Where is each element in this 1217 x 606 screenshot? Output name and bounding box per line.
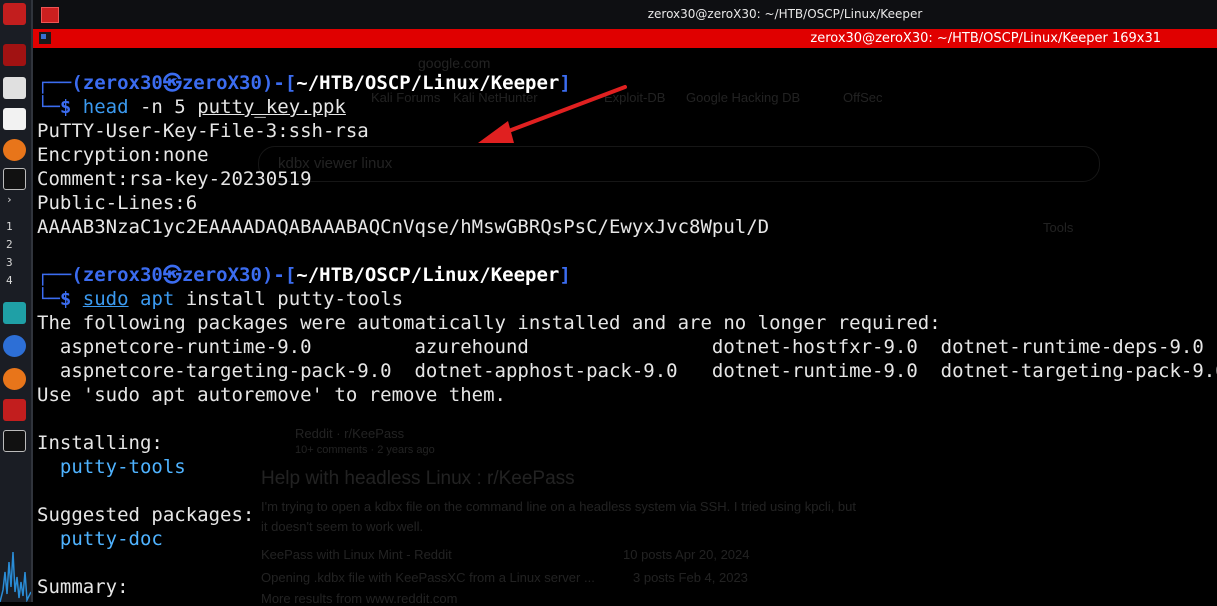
power-icon[interactable] <box>3 302 26 324</box>
terminal-title-bar[interactable]: zerox30@zeroX30: ~/HTB/OSCP/Linux/Keeper… <box>33 29 1217 48</box>
package-row-2: aspnetcore-targeting-pack-9.0 dotnet-app… <box>37 360 1217 382</box>
summary-header: Summary: <box>37 576 129 598</box>
workspace-4[interactable]: 4 <box>6 274 13 287</box>
installing-header: Installing: <box>37 432 163 454</box>
red-arrow-annotation <box>478 85 627 143</box>
window-title: zerox30@zeroX30: ~/HTB/OSCP/Linux/Keeper <box>647 7 923 21</box>
package-row-1: aspnetcore-runtime-9.0 azurehound dotnet… <box>37 336 1217 358</box>
workspace-2[interactable]: 2 <box>6 238 13 251</box>
output-line: AAAAB3NzaC1yc2EAAAADAQABAAABAQCnVqse/hMs… <box>37 216 770 238</box>
app-launcher-icon[interactable] <box>3 44 26 66</box>
terminal-window-icon[interactable] <box>3 430 26 452</box>
files-icon[interactable] <box>3 77 26 99</box>
suggested-header: Suggested packages: <box>37 504 255 526</box>
terminal-icon[interactable] <box>3 168 26 190</box>
firefox-icon-2[interactable] <box>3 368 26 390</box>
dock-chevron-icon[interactable]: › <box>6 193 13 206</box>
output-line: The following packages were automaticall… <box>37 312 941 334</box>
top-panel: zerox30@zeroX30: ~/HTB/OSCP/Linux/Keeper <box>33 0 1217 29</box>
firefox-icon[interactable] <box>3 139 26 161</box>
dock-separator <box>31 0 33 602</box>
workspace-3[interactable]: 3 <box>6 256 13 269</box>
command-line-2: └─$ sudo apt install putty-tools <box>37 288 404 310</box>
output-line: Public-Lines:6 <box>37 192 198 214</box>
terminal-app-icon <box>39 32 51 44</box>
output-line: Comment:rsa-key-20230519 <box>37 168 312 190</box>
workspace-1[interactable]: 1 <box>6 220 13 233</box>
terminal-title: zerox30@zeroX30: ~/HTB/OSCP/Linux/Keeper… <box>810 31 1161 46</box>
kali-window-icon[interactable] <box>3 399 26 421</box>
cpu-graph-icon <box>0 551 31 602</box>
output-line: Use 'sudo apt autoremove' to remove them… <box>37 384 506 406</box>
prompt-line-2: ┌──(zerox30㉿zeroX30)-[~/HTB/OSCP/Linux/K… <box>37 264 571 286</box>
ghost-url: google.com <box>418 55 491 71</box>
text-editor-icon[interactable] <box>3 108 26 130</box>
left-dock: › 1 2 3 4 <box>0 0 31 602</box>
kali-menu-icon[interactable] <box>3 3 26 25</box>
suggested-package: putty-doc <box>37 528 163 550</box>
chromium-icon[interactable] <box>3 335 26 357</box>
installing-package: putty-tools <box>37 456 186 478</box>
